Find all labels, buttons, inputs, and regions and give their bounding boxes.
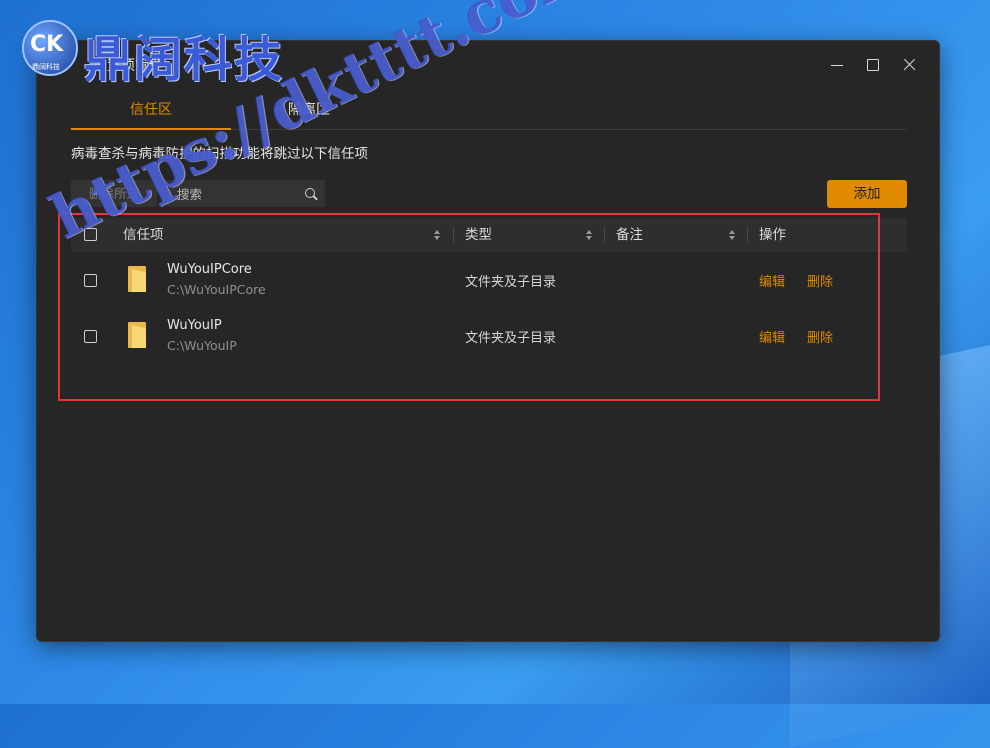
logo-mark: CK — [30, 32, 64, 57]
logo-caption: 鼎阔科技 — [32, 63, 60, 71]
maximize-icon[interactable] — [863, 55, 883, 75]
brand-watermark: 鼎阔科技 — [84, 32, 285, 88]
add-button[interactable]: 添加 — [827, 180, 907, 208]
annotation-highlight-box — [58, 213, 880, 401]
minimize-icon[interactable] — [827, 55, 847, 75]
search-icon[interactable] — [305, 188, 315, 198]
brand-logo: CK 鼎阔科技 — [22, 20, 78, 76]
close-icon[interactable] — [899, 55, 919, 75]
